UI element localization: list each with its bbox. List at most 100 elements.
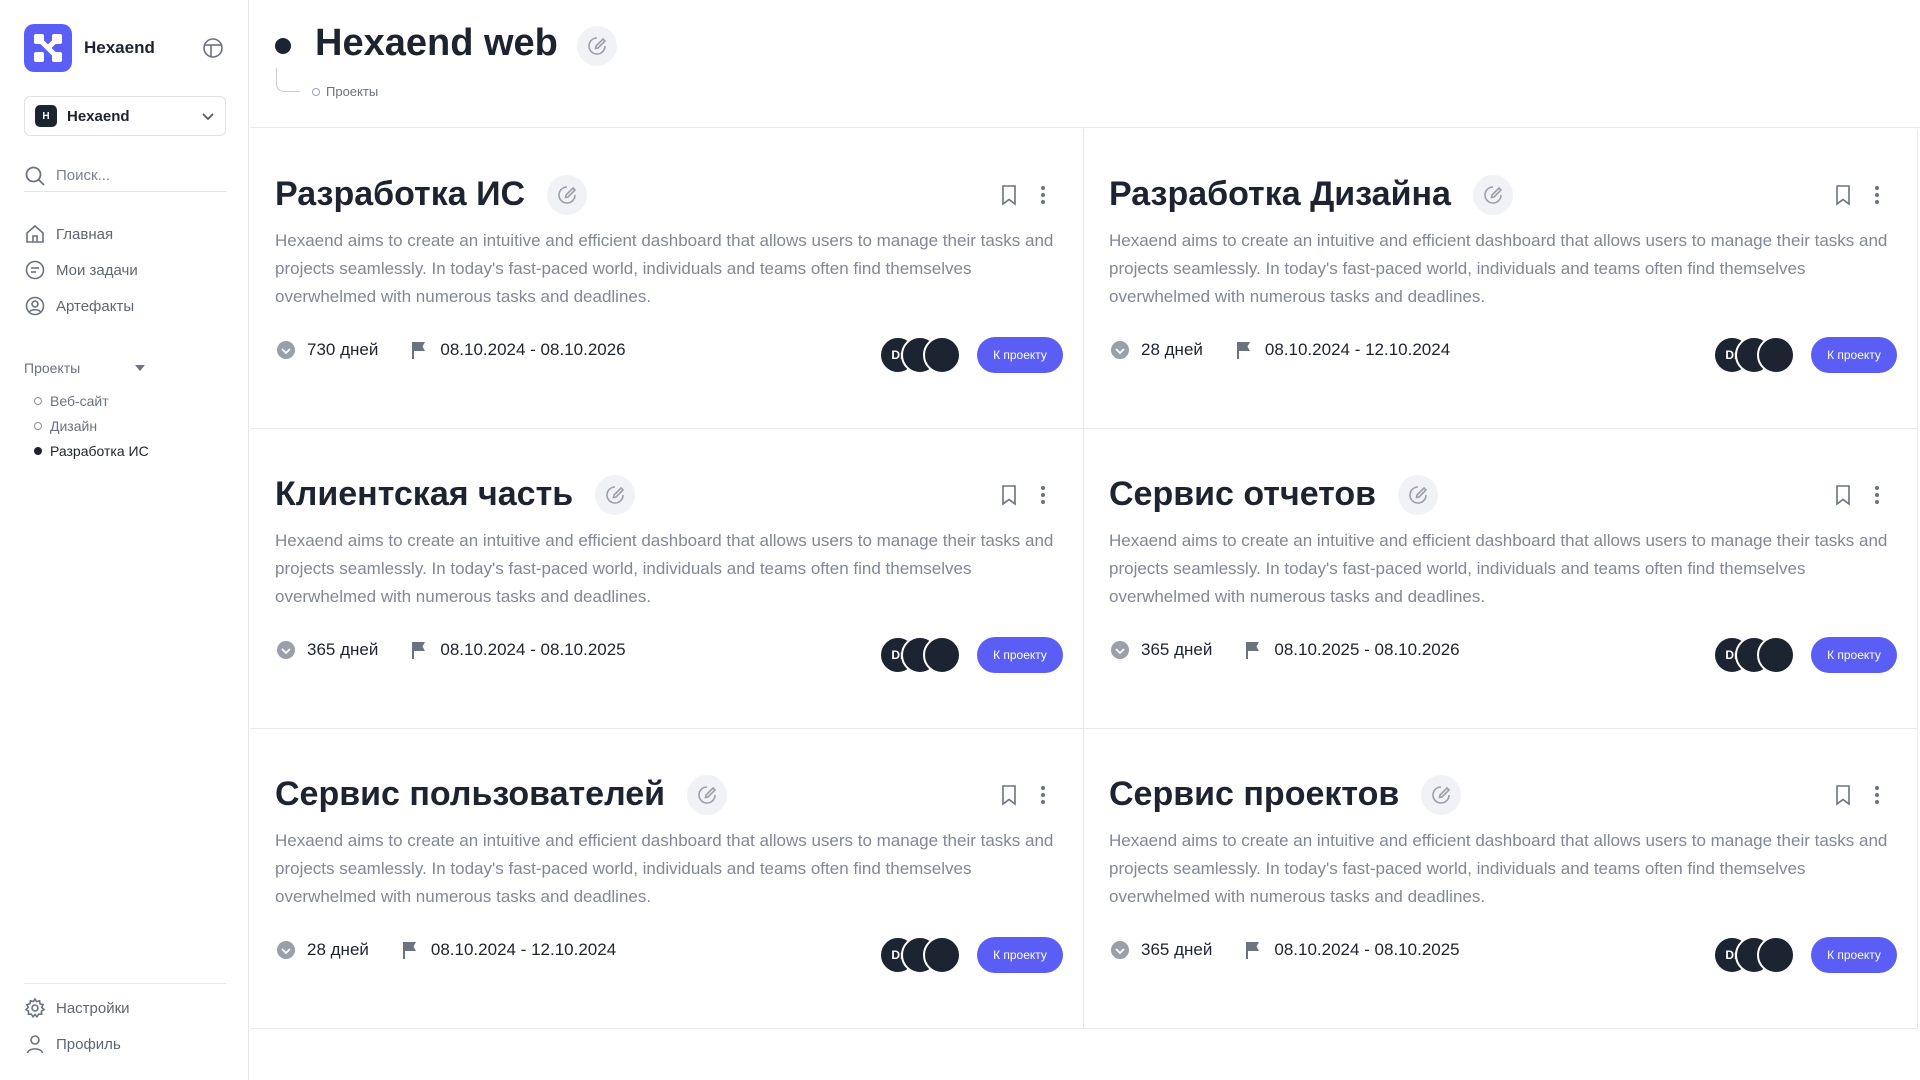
- avatar: [1757, 636, 1795, 674]
- projects-list: Веб-сайт Дизайн Разработка ИС: [34, 388, 149, 463]
- bottom-nav: Настройки Профиль: [24, 990, 226, 1062]
- project-dates-wrap: 08.10.2024 - 12.10.2024: [1233, 339, 1450, 361]
- member-avatars[interactable]: Dr: [1713, 636, 1795, 674]
- flag-icon: [1246, 942, 1260, 959]
- flag-icon: [402, 942, 416, 959]
- go-to-project-button[interactable]: К проекту: [977, 637, 1063, 673]
- search-icon: [25, 166, 45, 186]
- main-nav: Главная Мои задачи Артефакты: [24, 216, 226, 324]
- project-card: Клиентская часть Hexaend aims to create …: [250, 429, 1084, 729]
- nav-item-label: Профиль: [56, 1035, 121, 1053]
- more-vertical-icon[interactable]: [1865, 783, 1889, 807]
- project-item-is-development[interactable]: Разработка ИС: [34, 438, 149, 463]
- project-description: Hexaend aims to create an intuitive and …: [275, 231, 1054, 306]
- project-duration: 365 дней: [1141, 940, 1213, 959]
- project-dates: 08.10.2024 - 12.10.2024: [430, 940, 617, 959]
- project-item-website[interactable]: Веб-сайт: [34, 388, 149, 413]
- circle-filled-icon: [34, 446, 42, 455]
- project-meta: 28 дней 08.10.2024 - 12.10.2024: [275, 939, 616, 961]
- go-to-project-button[interactable]: К проекту: [1811, 937, 1897, 973]
- nav-item-settings[interactable]: Настройки: [24, 990, 226, 1026]
- circle-icon: [312, 87, 320, 96]
- project-title: Сервис отчетов: [1109, 475, 1377, 513]
- hexaend-logo-icon[interactable]: [24, 24, 72, 72]
- project-description: Hexaend aims to create an intuitive and …: [275, 531, 1054, 606]
- projects-heading: Проекты: [24, 360, 81, 376]
- nav-item-profile[interactable]: Профиль: [24, 1026, 226, 1062]
- member-avatars[interactable]: Dr: [879, 336, 961, 374]
- edit-icon: [1432, 786, 1451, 804]
- more-vertical-icon[interactable]: [1031, 483, 1055, 507]
- nav-item-label: Главная: [56, 225, 114, 243]
- panel-toggle-icon[interactable]: [202, 37, 224, 59]
- nav-item-label: Настройки: [56, 999, 130, 1017]
- flag-icon: [1236, 342, 1250, 359]
- search-input[interactable]: [56, 167, 216, 184]
- clock-icon: [277, 341, 295, 359]
- avatar: [923, 636, 961, 674]
- go-to-project-button[interactable]: К проекту: [977, 937, 1063, 973]
- project-duration: 28 дней: [307, 940, 369, 959]
- go-to-project-button[interactable]: К проекту: [1811, 637, 1897, 673]
- org-select[interactable]: H Hexaend: [24, 96, 226, 136]
- edit-project-button[interactable]: [547, 175, 587, 215]
- breadcrumb[interactable]: Проекты: [312, 84, 378, 99]
- bookmark-icon[interactable]: [997, 483, 1021, 507]
- circle-icon: [34, 396, 42, 405]
- edit-title-button[interactable]: [577, 26, 617, 66]
- project-description: Hexaend aims to create an intuitive and …: [1109, 231, 1888, 306]
- edit-project-button[interactable]: [1473, 175, 1513, 215]
- project-item-label: Дизайн: [50, 417, 98, 434]
- more-vertical-icon[interactable]: [1031, 783, 1055, 807]
- breadcrumb-connector: [276, 68, 300, 92]
- member-avatars[interactable]: Dr: [1713, 336, 1795, 374]
- edit-project-button[interactable]: [595, 475, 635, 515]
- go-to-project-button[interactable]: К проекту: [1811, 337, 1897, 373]
- nav-item-home[interactable]: Главная: [24, 216, 226, 252]
- nav-item-tasks[interactable]: Мои задачи: [24, 252, 226, 288]
- member-avatars[interactable]: Dr: [1713, 936, 1795, 974]
- go-to-project-button[interactable]: К проекту: [977, 337, 1063, 373]
- project-dates-wrap: 08.10.2024 - 08.10.2026: [408, 339, 626, 361]
- projects-section-toggle[interactable]: Проекты: [24, 360, 146, 376]
- brand: Hexaend: [24, 24, 155, 72]
- project-duration: 365 дней: [1141, 640, 1213, 659]
- bookmark-icon[interactable]: [1831, 183, 1855, 207]
- project-duration: 730 дней: [307, 340, 379, 359]
- project-card: Разработка Дизайна Hexaend aims to creat…: [1084, 129, 1918, 429]
- nav-item-label: Артефакты: [56, 297, 135, 315]
- more-vertical-icon[interactable]: [1865, 183, 1889, 207]
- chevron-down-icon: [202, 113, 214, 121]
- bookmark-icon[interactable]: [1831, 483, 1855, 507]
- project-dates-wrap: 08.10.2025 - 08.10.2026: [1242, 639, 1460, 661]
- project-item-label: Веб-сайт: [50, 392, 109, 409]
- project-title: Разработка Дизайна: [1109, 175, 1451, 213]
- member-avatars[interactable]: Dr: [879, 936, 961, 974]
- project-dates-wrap: 08.10.2024 - 08.10.2025: [1242, 939, 1460, 961]
- bookmark-icon[interactable]: [997, 783, 1021, 807]
- avatar: [1757, 936, 1795, 974]
- status-dot-icon: [275, 38, 291, 54]
- brand-name: Hexaend: [84, 38, 155, 57]
- edit-project-button[interactable]: [1421, 775, 1461, 815]
- project-dates-wrap: 08.10.2024 - 08.10.2025: [408, 639, 626, 661]
- flag-icon: [1246, 642, 1260, 659]
- more-vertical-icon[interactable]: [1031, 183, 1055, 207]
- nav-item-artifacts[interactable]: Артефакты: [24, 288, 226, 324]
- edit-project-button[interactable]: [1398, 475, 1438, 515]
- edit-project-button[interactable]: [687, 775, 727, 815]
- project-item-design[interactable]: Дизайн: [34, 413, 149, 438]
- bookmark-icon[interactable]: [1831, 783, 1855, 807]
- avatar: [923, 336, 961, 374]
- more-vertical-icon[interactable]: [1865, 483, 1889, 507]
- member-avatars[interactable]: Dr: [879, 636, 961, 674]
- caret-down-icon: [135, 365, 145, 371]
- bookmark-icon[interactable]: [997, 183, 1021, 207]
- home-icon: [26, 224, 44, 243]
- project-dates: 08.10.2024 - 08.10.2026: [440, 340, 626, 359]
- project-item-label: Разработка ИС: [50, 442, 149, 459]
- edit-icon: [588, 37, 607, 55]
- search-box: [24, 160, 226, 192]
- project-dates-wrap: 08.10.2024 - 12.10.2024: [399, 939, 616, 961]
- edit-icon: [1484, 186, 1503, 204]
